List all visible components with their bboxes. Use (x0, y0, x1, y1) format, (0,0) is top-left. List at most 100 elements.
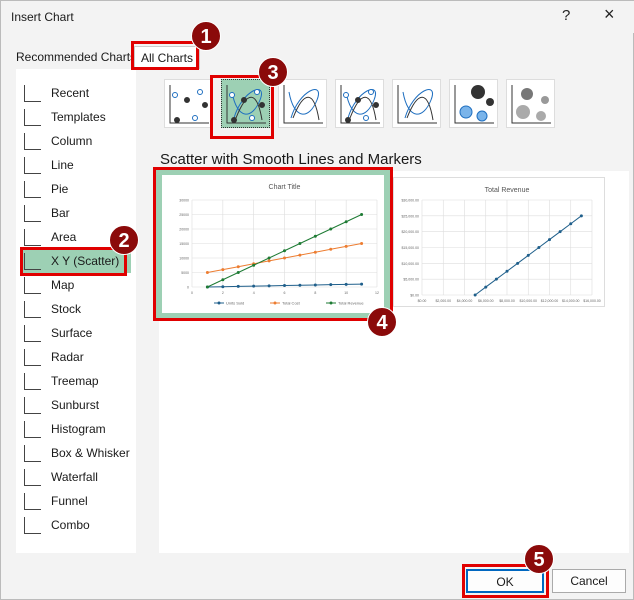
recent-icon (24, 84, 41, 102)
data-point (267, 259, 271, 263)
x-tick-label: 12 (375, 291, 379, 295)
x-tick-label: 6 (284, 291, 286, 295)
sidebar-item-label: Bar (51, 206, 70, 220)
sidebar-item-label: Line (51, 158, 74, 172)
x-tick-label: $16,000.00 (583, 299, 601, 303)
sidebar-item-radar[interactable]: Radar (21, 345, 131, 369)
preview-chart-2-svg: Total Revenue $0.00 $5,000.00 $10,000.00 $15… (401, 187, 601, 303)
sidebar-item-treemap[interactable]: Treemap (21, 369, 131, 393)
sidebar-item-combo[interactable]: Combo (21, 513, 131, 537)
x-tick-label: 0 (191, 291, 193, 295)
subtype-3d-bubble[interactable] (506, 79, 555, 128)
cancel-button[interactable]: Cancel (552, 569, 626, 593)
sidebar-item-funnel[interactable]: Funnel (21, 489, 131, 513)
data-point (569, 222, 573, 226)
sidebar-item-label: Waterfall (51, 470, 98, 484)
data-point (252, 284, 256, 288)
sunburst-icon (24, 396, 41, 414)
x-tick-label: 8 (314, 291, 316, 295)
sidebar-item-label: Column (51, 134, 93, 148)
y-tick-label: 10000 (179, 257, 189, 261)
sidebar-item-label: Radar (51, 350, 84, 364)
sidebar-item-x-y-scatter[interactable]: X Y (Scatter) (21, 249, 131, 273)
help-button[interactable]: ? (562, 7, 570, 24)
data-point (221, 278, 225, 282)
subtype-heading: Scatter with Smooth Lines and Markers (160, 151, 422, 168)
bubble-icon (454, 85, 494, 124)
x-tick-label: $4,000.00 (457, 299, 473, 303)
sidebar-item-line[interactable]: Line (21, 153, 131, 177)
sidebar-item-surface[interactable]: Surface (21, 321, 131, 345)
stock-chart-icon (24, 300, 41, 318)
y-tick-label: $30,000.00 (401, 199, 419, 203)
preview-chart-1[interactable]: Chart Title 0 5000 10000 15000 20000 25000 3000… (156, 169, 390, 319)
y-tick-label: $10,000.00 (401, 262, 419, 266)
subtype-scatter[interactable] (164, 79, 213, 128)
sidebar-item-recent[interactable]: Recent (21, 81, 131, 105)
data-point (205, 271, 209, 274)
subtype-scatter-straight-markers[interactable] (335, 79, 384, 128)
data-point (252, 263, 256, 267)
data-point (484, 285, 488, 289)
title-bar: Insert Chart ? × (1, 1, 634, 33)
preview-chart-2[interactable]: Total Revenue $0.00 $5,000.00 $10,000.00 $15… (393, 177, 605, 307)
sidebar-item-label: Recent (51, 86, 90, 100)
sidebar-item-waterfall[interactable]: Waterfall (21, 465, 131, 489)
sidebar-item-stock[interactable]: Stock (21, 297, 131, 321)
data-point (344, 244, 348, 248)
legend-label: Units Sold (226, 301, 244, 306)
sidebar-item-histogram[interactable]: Histogram (21, 417, 131, 441)
step-badge-5: 5 (524, 544, 554, 574)
dialog-title: Insert Chart (11, 10, 74, 24)
data-point (298, 253, 302, 257)
scatter-straight-icon (397, 85, 437, 124)
chart-title: Total Revenue (485, 187, 530, 194)
chart-type-list: Recent Templates Column Line Pie Bar Area X Y (… (16, 69, 136, 553)
subtype-scatter-smooth[interactable] (278, 79, 327, 128)
y-tick-label: $0.00 (410, 294, 419, 298)
sidebar-item-label: Funnel (51, 494, 88, 508)
data-point (236, 265, 240, 269)
histogram-icon (24, 420, 41, 438)
sidebar-item-bar[interactable]: Bar (21, 201, 131, 225)
data-point (283, 284, 286, 288)
data-point (236, 271, 240, 274)
sidebar-item-templates[interactable]: Templates (21, 105, 131, 129)
data-point (221, 285, 225, 289)
waterfall-icon (24, 468, 41, 486)
y-tick-label: $15,000.00 (401, 246, 419, 250)
sidebar-item-column[interactable]: Column (21, 129, 131, 153)
data-point (329, 227, 333, 231)
sidebar-item-label: Combo (51, 518, 90, 532)
column-chart-icon (24, 132, 41, 150)
data-point (360, 213, 364, 216)
close-button[interactable]: × (604, 4, 615, 25)
subtype-scatter-smooth-markers[interactable] (221, 79, 270, 128)
scatter-chart-icon (24, 252, 41, 270)
sidebar-item-sunburst[interactable]: Sunburst (21, 393, 131, 417)
x-tick-label: $6,000.00 (478, 299, 494, 303)
sidebar-item-box-whisker[interactable]: Box & Whisker (21, 441, 131, 465)
data-point (537, 246, 541, 249)
x-tick-label: $12,000.00 (541, 299, 559, 303)
chart-title: Chart Title (269, 184, 301, 191)
subtype-bubble[interactable] (449, 79, 498, 128)
sidebar-item-pie[interactable]: Pie (21, 177, 131, 201)
subtype-scatter-straight[interactable] (392, 79, 441, 128)
sidebar-item-map[interactable]: Map (21, 273, 131, 297)
data-point (360, 242, 364, 245)
data-point (205, 285, 209, 289)
sidebar-item-label: Map (51, 278, 75, 292)
scatter-smooth-markers-icon (226, 85, 266, 124)
x-tick-label: $2,000.00 (435, 299, 451, 303)
step-badge-1: 1 (191, 21, 221, 51)
y-tick-label: 15000 (179, 242, 189, 246)
3d-bubble-icon (511, 85, 551, 124)
data-point (298, 242, 302, 245)
data-point (344, 282, 348, 286)
line-chart-icon (24, 156, 41, 174)
tab-recommended-charts[interactable]: Recommended Charts (10, 46, 142, 70)
preview-chart-1-svg: Chart Title 0 5000 10000 15000 20000 25000 3000… (162, 175, 384, 313)
sidebar-item-label: Histogram (51, 422, 106, 436)
tab-all-charts[interactable]: All Charts (134, 46, 201, 70)
